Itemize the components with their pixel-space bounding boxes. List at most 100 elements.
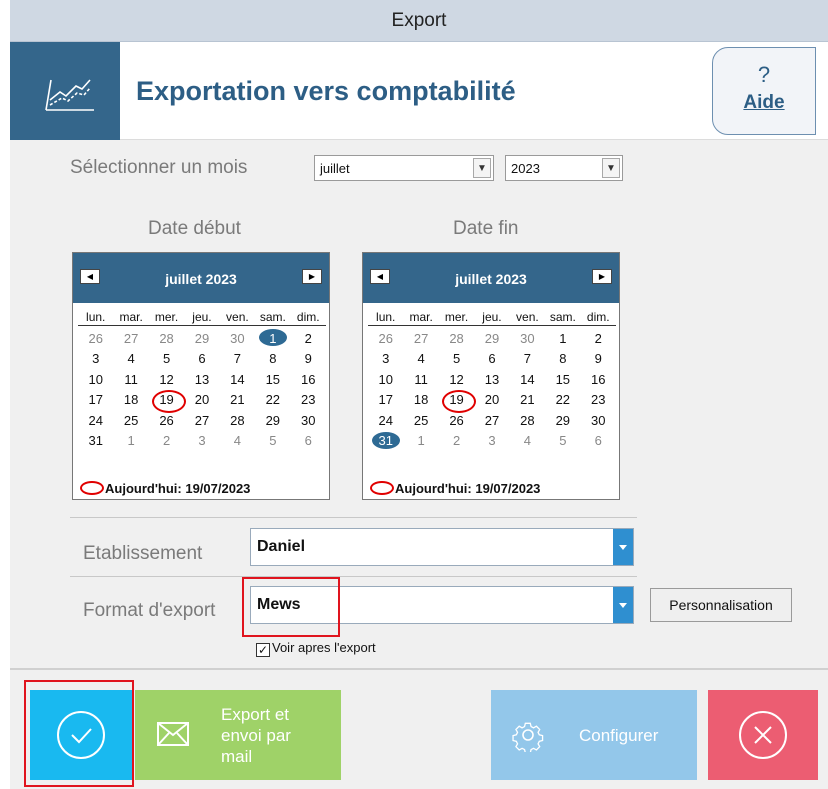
calendar-day[interactable]: 21 bbox=[510, 392, 545, 407]
calendar-day[interactable]: 11 bbox=[113, 372, 148, 387]
calendar-day[interactable]: 2 bbox=[439, 433, 474, 448]
today-link[interactable]: Aujourd'hui: 19/07/2023 bbox=[80, 481, 250, 496]
calendar-day[interactable]: 27 bbox=[403, 331, 438, 346]
calendar-day[interactable]: 28 bbox=[220, 413, 255, 428]
calendar-day[interactable]: 16 bbox=[581, 372, 616, 387]
calendar-day[interactable]: 9 bbox=[291, 351, 326, 366]
calendar-day[interactable]: 2 bbox=[149, 433, 184, 448]
calendar-day[interactable]: 5 bbox=[255, 433, 290, 448]
calendar-day[interactable]: 31 bbox=[78, 433, 113, 448]
calendar-day[interactable]: 26 bbox=[439, 413, 474, 428]
export-and-mail-button[interactable]: Export et envoi par mail bbox=[135, 690, 341, 780]
calendar-day[interactable]: 15 bbox=[545, 372, 580, 387]
calendar-day[interactable]: 15 bbox=[255, 372, 290, 387]
calendar-day[interactable]: 6 bbox=[291, 433, 326, 448]
calendar-day[interactable]: 16 bbox=[291, 372, 326, 387]
calendar-day[interactable]: 30 bbox=[220, 331, 255, 346]
calendar-day[interactable]: 5 bbox=[149, 351, 184, 366]
calendar-day[interactable]: 19 bbox=[149, 389, 186, 413]
customize-button[interactable]: Personnalisation bbox=[650, 588, 792, 622]
calendar-day[interactable]: 3 bbox=[474, 433, 509, 448]
calendar-day[interactable]: 27 bbox=[184, 413, 219, 428]
calendar-day[interactable]: 24 bbox=[368, 413, 403, 428]
calendar-day[interactable]: 6 bbox=[184, 351, 219, 366]
calendar-day[interactable]: 24 bbox=[78, 413, 113, 428]
chevron-down-icon[interactable] bbox=[613, 529, 633, 565]
calendar-day[interactable]: 28 bbox=[510, 413, 545, 428]
calendar-day[interactable]: 5 bbox=[545, 433, 580, 448]
calendar-day[interactable]: 27 bbox=[113, 331, 148, 346]
calendar-day[interactable]: 31 bbox=[368, 431, 403, 449]
today-link[interactable]: Aujourd'hui: 19/07/2023 bbox=[370, 481, 540, 496]
calendar-day[interactable]: 17 bbox=[78, 392, 113, 407]
validate-button[interactable] bbox=[30, 690, 132, 780]
calendar-day[interactable]: 29 bbox=[255, 413, 290, 428]
calendar-day[interactable]: 26 bbox=[149, 413, 184, 428]
calendar-day[interactable]: 14 bbox=[220, 372, 255, 387]
calendar-day[interactable]: 6 bbox=[474, 351, 509, 366]
calendar-day[interactable]: 7 bbox=[510, 351, 545, 366]
calendar-day[interactable]: 3 bbox=[184, 433, 219, 448]
calendar-day[interactable]: 3 bbox=[78, 351, 113, 366]
calendar-day[interactable]: 3 bbox=[368, 351, 403, 366]
calendar-day[interactable]: 10 bbox=[78, 372, 113, 387]
month-select[interactable]: juillet ▼ bbox=[314, 155, 494, 181]
calendar-day[interactable]: 29 bbox=[184, 331, 219, 346]
calendar-day[interactable]: 26 bbox=[368, 331, 403, 346]
calendar-day[interactable]: 7 bbox=[220, 351, 255, 366]
calendar-day[interactable]: 4 bbox=[510, 433, 545, 448]
calendar-day[interactable]: 13 bbox=[184, 372, 219, 387]
calendar-day[interactable]: 30 bbox=[291, 413, 326, 428]
calendar-day[interactable]: 12 bbox=[439, 372, 474, 387]
calendar-day[interactable]: 2 bbox=[581, 331, 616, 346]
calendar-day[interactable]: 28 bbox=[439, 331, 474, 346]
calendar-day[interactable]: 8 bbox=[545, 351, 580, 366]
calendar-day[interactable]: 19 bbox=[439, 389, 476, 413]
calendar-day[interactable]: 4 bbox=[113, 351, 148, 366]
calendar-day[interactable]: 4 bbox=[220, 433, 255, 448]
calendar-day[interactable]: 8 bbox=[255, 351, 290, 366]
calendar-day[interactable]: 18 bbox=[113, 392, 148, 407]
calendar-day[interactable]: 23 bbox=[581, 392, 616, 407]
establishment-field[interactable]: Daniel bbox=[250, 528, 634, 566]
calendar-day[interactable]: 1 bbox=[113, 433, 148, 448]
show-after-export-checkbox[interactable]: ✓ Voir apres l'export bbox=[256, 640, 376, 657]
calendar-day[interactable]: 30 bbox=[510, 331, 545, 346]
calendar-day[interactable]: 29 bbox=[474, 331, 509, 346]
calendar-day[interactable]: 25 bbox=[403, 413, 438, 428]
calendar-day[interactable]: 1 bbox=[545, 331, 580, 346]
calendar-day[interactable]: 21 bbox=[220, 392, 255, 407]
calendar-day[interactable]: 23 bbox=[291, 392, 326, 407]
calendar-day[interactable]: 14 bbox=[510, 372, 545, 387]
export-format-field[interactable]: Mews bbox=[250, 586, 634, 624]
calendar-day[interactable]: 17 bbox=[368, 392, 403, 407]
next-month-button[interactable]: ▶ bbox=[592, 269, 612, 284]
calendar-day[interactable]: 29 bbox=[545, 413, 580, 428]
calendar-day[interactable]: 1 bbox=[255, 329, 290, 347]
calendar-day[interactable]: 26 bbox=[78, 331, 113, 346]
calendar-day[interactable]: 30 bbox=[581, 413, 616, 428]
help-button[interactable]: ? Aide bbox=[712, 47, 816, 135]
calendar-day[interactable]: 28 bbox=[149, 331, 184, 346]
calendar-day[interactable]: 6 bbox=[581, 433, 616, 448]
cancel-button[interactable] bbox=[708, 690, 818, 780]
calendar-day[interactable]: 20 bbox=[184, 392, 219, 407]
calendar-day[interactable]: 5 bbox=[439, 351, 474, 366]
calendar-day[interactable]: 2 bbox=[291, 331, 326, 346]
next-month-button[interactable]: ▶ bbox=[302, 269, 322, 284]
calendar-day[interactable]: 20 bbox=[474, 392, 509, 407]
calendar-day[interactable]: 18 bbox=[403, 392, 438, 407]
calendar-day[interactable]: 22 bbox=[255, 392, 290, 407]
calendar-day[interactable]: 13 bbox=[474, 372, 509, 387]
year-select[interactable]: 2023 ▼ bbox=[505, 155, 623, 181]
calendar-day[interactable]: 27 bbox=[474, 413, 509, 428]
calendar-day[interactable]: 9 bbox=[581, 351, 616, 366]
calendar-day[interactable]: 22 bbox=[545, 392, 580, 407]
calendar-day[interactable]: 1 bbox=[403, 433, 438, 448]
calendar-day[interactable]: 12 bbox=[149, 372, 184, 387]
chevron-down-icon[interactable] bbox=[613, 587, 633, 623]
configure-button[interactable]: Configurer bbox=[491, 690, 697, 780]
calendar-day[interactable]: 25 bbox=[113, 413, 148, 428]
calendar-day[interactable]: 10 bbox=[368, 372, 403, 387]
calendar-day[interactable]: 4 bbox=[403, 351, 438, 366]
